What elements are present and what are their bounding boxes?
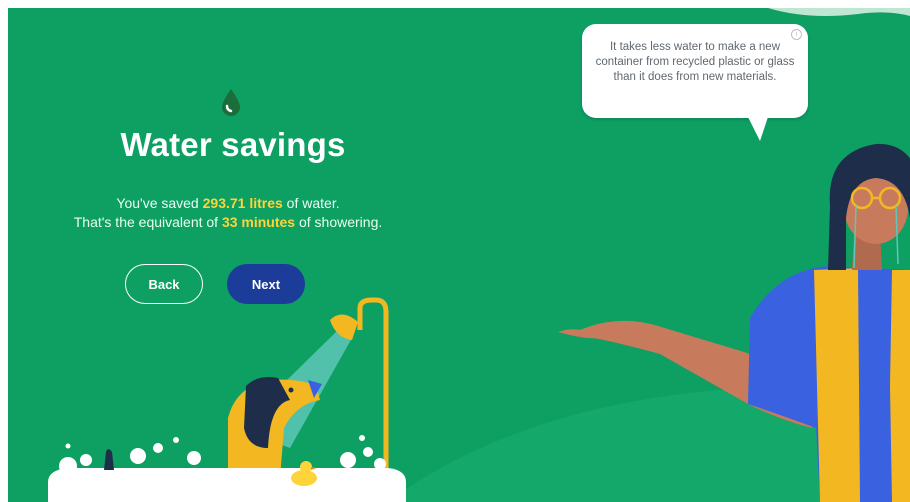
savings-message: You've saved 293.71 litres of water. Tha… [8,194,448,232]
bathtub [48,468,406,502]
equivalent-line: That's the equivalent of 33 minutes of s… [8,213,448,232]
woman-vest [814,268,864,502]
wave-shape [768,8,910,16]
savings-text: You've saved [116,195,203,211]
water-drop-icon [222,89,240,116]
savings-text: of water. [282,195,340,211]
page-title: Water savings [120,126,346,163]
water-savings-panel: Water savings You've saved 293.71 litres… [8,8,910,502]
equivalent-text: That's the equivalent of [73,214,222,230]
back-button[interactable]: Back [125,264,203,304]
screen: Water savings You've saved 293.71 litres… [0,0,910,502]
litres-saved-value: 293.71 litres [202,195,283,211]
next-button[interactable]: Next [227,264,305,304]
shower-minutes-value: 33 minutes [221,214,296,230]
tip-text: It takes less water to make a new contai… [595,41,795,83]
tip-bubble: i It takes less water to make a new cont… [582,24,808,141]
tub-faucet [104,449,114,470]
equivalent-text: of showering. [295,214,383,230]
info-icon[interactable]: i [791,29,802,40]
bubble-tail [748,117,768,141]
dog-eye [288,387,294,393]
savings-line: You've saved 293.71 litres of water. [8,194,448,213]
